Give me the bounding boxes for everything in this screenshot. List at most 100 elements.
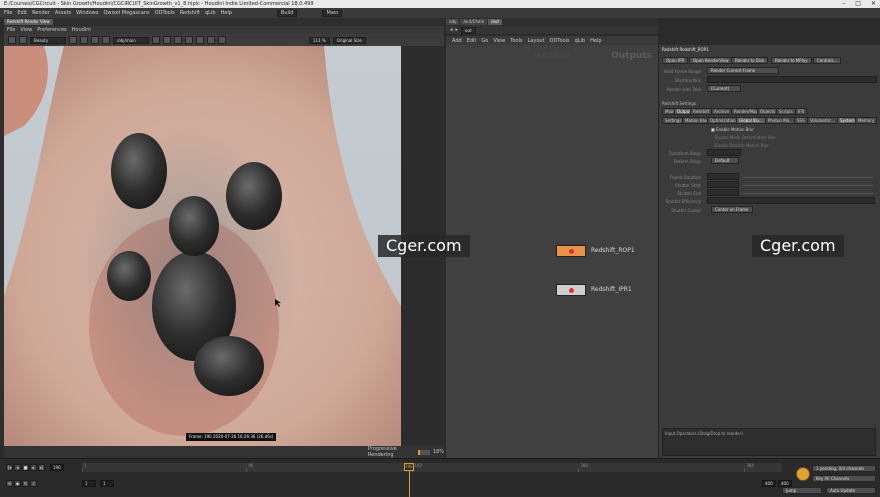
camera-dropdown[interactable]: /obj/main: [113, 36, 149, 44]
audio-icon[interactable]: ♪: [30, 480, 37, 487]
forward-arrow-icon[interactable]: ▸: [456, 27, 459, 33]
menu-odtools[interactable]: ODTools: [155, 10, 175, 16]
rv-menu-view[interactable]: View: [20, 27, 32, 33]
realtime-icon[interactable]: ⟲: [6, 480, 13, 487]
net-menu-go[interactable]: Go: [481, 38, 488, 44]
deform-steps-dropdown[interactable]: Default: [711, 157, 739, 164]
main-dropdown[interactable]: Main: [322, 9, 343, 17]
node-redshift-ipr1[interactable]: Redshift_IPR1: [556, 284, 632, 296]
play-icon[interactable]: ▸: [30, 464, 37, 471]
menu-file[interactable]: File: [4, 10, 12, 16]
color-icon[interactable]: [163, 36, 171, 44]
rv-menu-file[interactable]: File: [7, 27, 15, 33]
menu-windows[interactable]: Windows: [76, 10, 98, 16]
shutter-end-field[interactable]: [707, 189, 739, 196]
net-menu-tools[interactable]: Tools: [510, 38, 522, 44]
frame-duration-slider[interactable]: [743, 177, 873, 178]
net-menu-add[interactable]: Add: [452, 38, 462, 44]
shutter-center-dropdown[interactable]: Center on Frame: [711, 206, 753, 213]
menu-help[interactable]: Help: [221, 10, 232, 16]
bucket-icon[interactable]: [102, 36, 110, 44]
menu-assets[interactable]: Assets: [55, 10, 71, 16]
net-menu-odtools[interactable]: ODTools: [550, 38, 570, 44]
auto-update-button[interactable]: Auto Update: [826, 487, 876, 494]
open-ipr-button[interactable]: Open IPR: [662, 57, 689, 64]
focus-icon[interactable]: [218, 36, 226, 44]
crop-icon[interactable]: [91, 36, 99, 44]
start-end-field[interactable]: [707, 76, 877, 83]
net-menu-edit[interactable]: Edit: [467, 38, 477, 44]
maximize-icon[interactable]: □: [855, 0, 861, 7]
render-start-icon[interactable]: [8, 36, 16, 44]
tab-scripts[interactable]: Scripts: [776, 108, 796, 115]
shutter-start-field[interactable]: [707, 181, 739, 188]
minimize-icon[interactable]: –: [842, 0, 845, 7]
network-editor[interactable]: Skin Edition Outputs Redshift_ROP1 Redsh…: [446, 45, 658, 458]
render-viewport[interactable]: [4, 46, 401, 446]
menu-megascans[interactable]: Qwixel Megascans: [103, 10, 149, 16]
controls-button[interactable]: Controls...: [813, 57, 842, 64]
aov-dropdown[interactable]: Beauty: [30, 36, 66, 44]
exposure-icon[interactable]: [174, 36, 182, 44]
region-icon[interactable]: [207, 36, 215, 44]
net-menu-view[interactable]: View: [493, 38, 505, 44]
menu-edit[interactable]: Edit: [17, 10, 27, 16]
tab-redshift[interactable]: Redshift: [690, 108, 713, 115]
enable-deform-blur-label[interactable]: Enable Mesh Deformation Blur: [715, 135, 776, 142]
rv-menu-preferences[interactable]: Preferences: [37, 27, 66, 33]
transform-steps-field[interactable]: [707, 149, 741, 156]
rv-menu-houdini[interactable]: Houdini: [72, 27, 91, 33]
stop-icon[interactable]: ■: [22, 464, 29, 471]
menu-qlib[interactable]: qLib: [205, 10, 216, 16]
zoom-field[interactable]: 111 %: [309, 36, 330, 44]
shutter-end-slider[interactable]: [743, 193, 873, 194]
tab-obj[interactable]: /obj: [446, 19, 460, 25]
loop-icon[interactable]: ↻: [22, 480, 29, 487]
step-back-icon[interactable]: ◂: [14, 464, 21, 471]
histogram-icon[interactable]: [185, 36, 193, 44]
timeline-frame-marker[interactable]: 190: [403, 463, 414, 471]
node-redshift-rop1[interactable]: Redshift_ROP1: [556, 245, 635, 257]
jump-start-icon[interactable]: |◂: [6, 464, 13, 471]
valid-frame-range-dropdown[interactable]: Render Current Frame: [707, 67, 779, 74]
tab-out[interactable]: /out: [488, 19, 503, 25]
range-start-field[interactable]: 1: [100, 480, 114, 487]
open-renderview-button[interactable]: Open RenderView: [689, 57, 733, 64]
timeline-track[interactable]: 1 96 192 288 384 190: [82, 463, 782, 497]
back-arrow-icon[interactable]: ◂: [450, 27, 453, 33]
size-mode-dropdown[interactable]: Original Size: [332, 36, 366, 44]
net-menu-help[interactable]: Help: [590, 38, 601, 44]
shutter-efficiency-field[interactable]: [707, 197, 875, 204]
shutter-start-slider[interactable]: [743, 185, 873, 186]
tab-photon-map[interactable]: Photon Ma...: [765, 117, 796, 124]
render-to-mplay-button[interactable]: Render to MPlay: [771, 57, 812, 64]
start-frame-field[interactable]: 1: [82, 480, 96, 487]
tab-volumetrics[interactable]: Volumetric...: [807, 117, 839, 124]
tab-archive[interactable]: Archive: [711, 108, 732, 115]
range-end-field[interactable]: 400: [762, 480, 776, 487]
settings-icon[interactable]: [196, 36, 204, 44]
tab-renderview[interactable]: Redshift Render View: [4, 19, 53, 25]
jump-end-icon[interactable]: ▸|: [38, 464, 45, 471]
frame-duration-field[interactable]: [707, 173, 739, 180]
net-menu-qlib[interactable]: qLib: [575, 38, 586, 44]
lock-icon[interactable]: [80, 36, 88, 44]
current-frame-field[interactable]: 190: [50, 464, 64, 471]
tab-sss[interactable]: SSS: [794, 117, 808, 124]
menu-redshift[interactable]: Redshift: [180, 10, 200, 16]
jump-button[interactable]: Jump: [782, 487, 822, 494]
tab-out-chain[interactable]: /out/Chain: [460, 19, 488, 25]
key-icon[interactable]: ◆: [14, 480, 21, 487]
render-to-disk-button[interactable]: Render to Disk: [731, 57, 769, 64]
tab-global-illumination[interactable]: Global Illu...: [736, 117, 766, 124]
tab-ifr[interactable]: IFR: [795, 108, 808, 115]
enable-motion-blur-checkbox[interactable]: ■ Enable Motion Blur: [711, 127, 754, 134]
net-menu-layout[interactable]: Layout: [528, 38, 545, 44]
key-status-icon[interactable]: [796, 467, 810, 481]
render-stop-icon[interactable]: [19, 36, 27, 44]
menu-render[interactable]: Render: [32, 10, 50, 16]
desktop-dropdown[interactable]: Build: [276, 9, 298, 17]
close-icon[interactable]: ✕: [871, 0, 876, 7]
render-with-take-dropdown[interactable]: (Current): [707, 85, 741, 92]
input-operators-list[interactable]: Input Operators (Drag/Drop to reorder): [662, 428, 876, 456]
